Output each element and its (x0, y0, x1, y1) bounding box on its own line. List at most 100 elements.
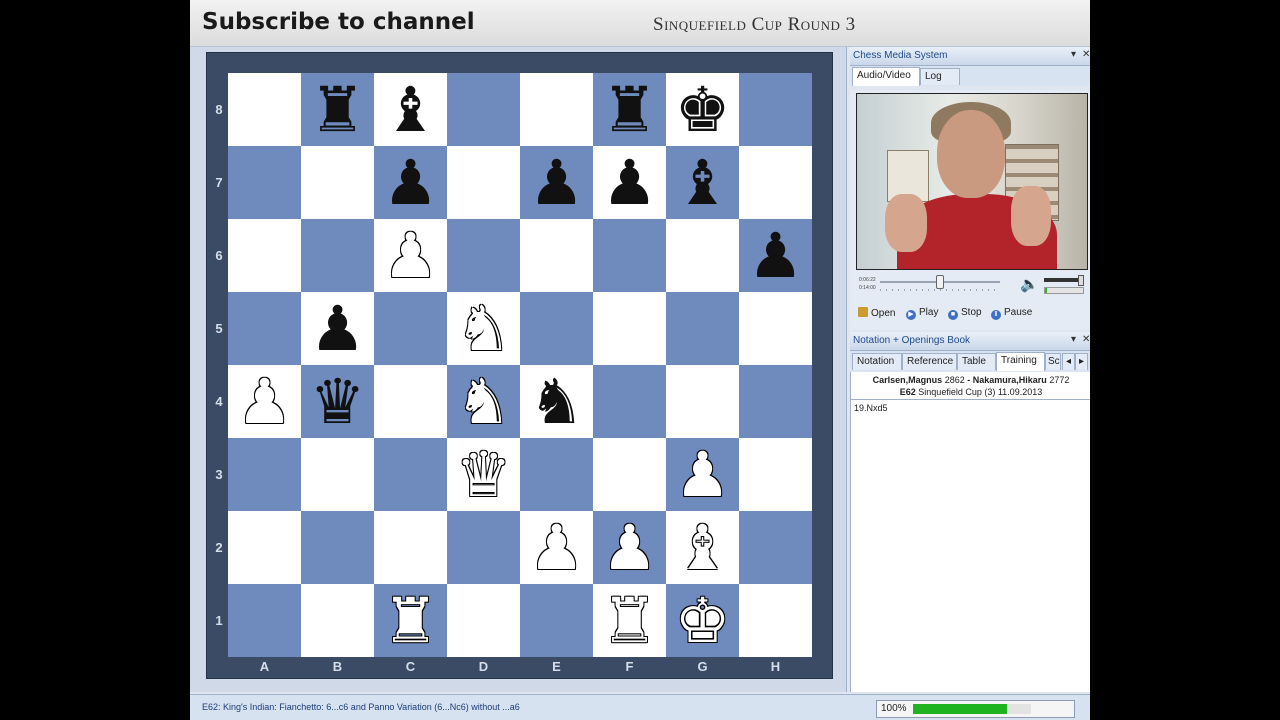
black-pawn-icon[interactable]: ♟ (383, 146, 439, 219)
black-rook-icon[interactable]: ♜ (602, 73, 658, 146)
tab-reference[interactable]: Reference (902, 353, 957, 370)
square-a6[interactable] (228, 219, 301, 292)
square-b5[interactable]: ♟ (301, 292, 374, 365)
black-king-icon[interactable]: ♚ (675, 73, 731, 146)
square-e1[interactable] (520, 584, 593, 657)
panel-menu-icon[interactable]: ▾ (1071, 334, 1076, 345)
close-icon[interactable]: ✕ (1082, 49, 1090, 60)
square-d5[interactable]: ♞ (447, 292, 520, 365)
square-e6[interactable] (520, 219, 593, 292)
black-pawn-icon[interactable]: ♟ (602, 146, 658, 219)
black-rook-icon[interactable]: ♜ (310, 73, 366, 146)
square-d2[interactable] (447, 511, 520, 584)
square-b7[interactable] (301, 146, 374, 219)
square-c8[interactable]: ♝ (374, 73, 447, 146)
square-g3[interactable]: ♟ (666, 438, 739, 511)
square-h5[interactable] (739, 292, 812, 365)
move-list[interactable]: 19.Nxd5 (854, 403, 888, 413)
square-b8[interactable]: ♜ (301, 73, 374, 146)
square-c1[interactable]: ♜ (374, 584, 447, 657)
square-h1[interactable] (739, 584, 812, 657)
white-pawn-icon[interactable]: ♟ (529, 511, 585, 584)
square-d8[interactable] (447, 73, 520, 146)
square-g5[interactable] (666, 292, 739, 365)
square-c4[interactable] (374, 365, 447, 438)
tab-scroll-right-icon[interactable]: ▸ (1075, 353, 1088, 370)
square-h3[interactable] (739, 438, 812, 511)
square-c3[interactable] (374, 438, 447, 511)
black-knight-icon[interactable]: ♞ (529, 365, 585, 438)
stop-button[interactable]: ■ Stop (948, 307, 982, 320)
square-b2[interactable] (301, 511, 374, 584)
square-a7[interactable] (228, 146, 301, 219)
panel-menu-icon[interactable]: ▾ (1071, 49, 1076, 60)
open-button[interactable]: Open (858, 307, 895, 319)
square-f3[interactable] (593, 438, 666, 511)
zoom-control[interactable]: 100% (876, 700, 1075, 718)
square-h2[interactable] (739, 511, 812, 584)
square-c5[interactable] (374, 292, 447, 365)
white-rook-icon[interactable]: ♜ (602, 584, 658, 657)
chess-board[interactable]: ♜ ♝ ♜ ♚ ♟ ♟ ♟ ♝ ♟ ♟ ♟ ♞ ♟ ♛ ♞ ♞ ♛ ♟ ♟ ♟ ♝ ♜ ♜ ♚ (228, 73, 812, 657)
square-f7[interactable]: ♟ (593, 146, 666, 219)
close-icon[interactable]: ✕ (1082, 334, 1090, 345)
volume-slider-thumb[interactable] (1078, 275, 1085, 286)
white-pawn-icon[interactable]: ♟ (602, 511, 658, 584)
square-d3[interactable]: ♛ (447, 438, 520, 511)
square-a1[interactable] (228, 584, 301, 657)
white-pawn-icon[interactable]: ♟ (237, 365, 293, 438)
square-e3[interactable] (520, 438, 593, 511)
square-e4[interactable]: ♞ (520, 365, 593, 438)
square-f8[interactable]: ♜ (593, 73, 666, 146)
square-g6[interactable] (666, 219, 739, 292)
speaker-icon[interactable]: 🔈 (1020, 275, 1039, 293)
square-c6[interactable]: ♟ (374, 219, 447, 292)
square-g4[interactable] (666, 365, 739, 438)
white-queen-icon[interactable]: ♛ (456, 438, 512, 511)
square-e2[interactable]: ♟ (520, 511, 593, 584)
square-a3[interactable] (228, 438, 301, 511)
white-knight-icon[interactable]: ♞ (456, 365, 512, 438)
square-g1[interactable]: ♚ (666, 584, 739, 657)
square-e5[interactable] (520, 292, 593, 365)
black-queen-icon[interactable]: ♛ (310, 365, 366, 438)
white-pawn-icon[interactable]: ♟ (675, 438, 731, 511)
square-c7[interactable]: ♟ (374, 146, 447, 219)
square-f4[interactable] (593, 365, 666, 438)
black-bishop-icon[interactable]: ♝ (675, 146, 731, 219)
tab-sc[interactable]: Sc (1045, 353, 1061, 370)
square-a4[interactable]: ♟ (228, 365, 301, 438)
white-pawn-icon[interactable]: ♟ (383, 219, 439, 292)
seek-slider-thumb[interactable] (936, 275, 944, 289)
play-button[interactable]: ▶ Play (906, 307, 938, 320)
square-d6[interactable] (447, 219, 520, 292)
white-knight-icon[interactable]: ♞ (456, 292, 512, 365)
square-e8[interactable] (520, 73, 593, 146)
square-b1[interactable] (301, 584, 374, 657)
tab-audio-video[interactable]: Audio/Video (852, 67, 920, 86)
tab-log[interactable]: Log (920, 68, 960, 85)
square-g8[interactable]: ♚ (666, 73, 739, 146)
square-f6[interactable] (593, 219, 666, 292)
square-a8[interactable] (228, 73, 301, 146)
square-f1[interactable]: ♜ (593, 584, 666, 657)
square-d7[interactable] (447, 146, 520, 219)
square-a5[interactable] (228, 292, 301, 365)
square-b6[interactable] (301, 219, 374, 292)
black-pawn-icon[interactable]: ♟ (529, 146, 585, 219)
video-player[interactable] (856, 93, 1088, 270)
tab-notation[interactable]: Notation (852, 353, 902, 370)
square-f5[interactable] (593, 292, 666, 365)
tab-table[interactable]: Table (957, 353, 996, 370)
square-d4[interactable]: ♞ (447, 365, 520, 438)
square-d1[interactable] (447, 584, 520, 657)
square-b3[interactable] (301, 438, 374, 511)
square-a2[interactable] (228, 511, 301, 584)
white-bishop-icon[interactable]: ♝ (675, 511, 731, 584)
black-pawn-icon[interactable]: ♟ (310, 292, 366, 365)
square-b4[interactable]: ♛ (301, 365, 374, 438)
square-h4[interactable] (739, 365, 812, 438)
square-g2[interactable]: ♝ (666, 511, 739, 584)
square-c2[interactable] (374, 511, 447, 584)
square-f2[interactable]: ♟ (593, 511, 666, 584)
